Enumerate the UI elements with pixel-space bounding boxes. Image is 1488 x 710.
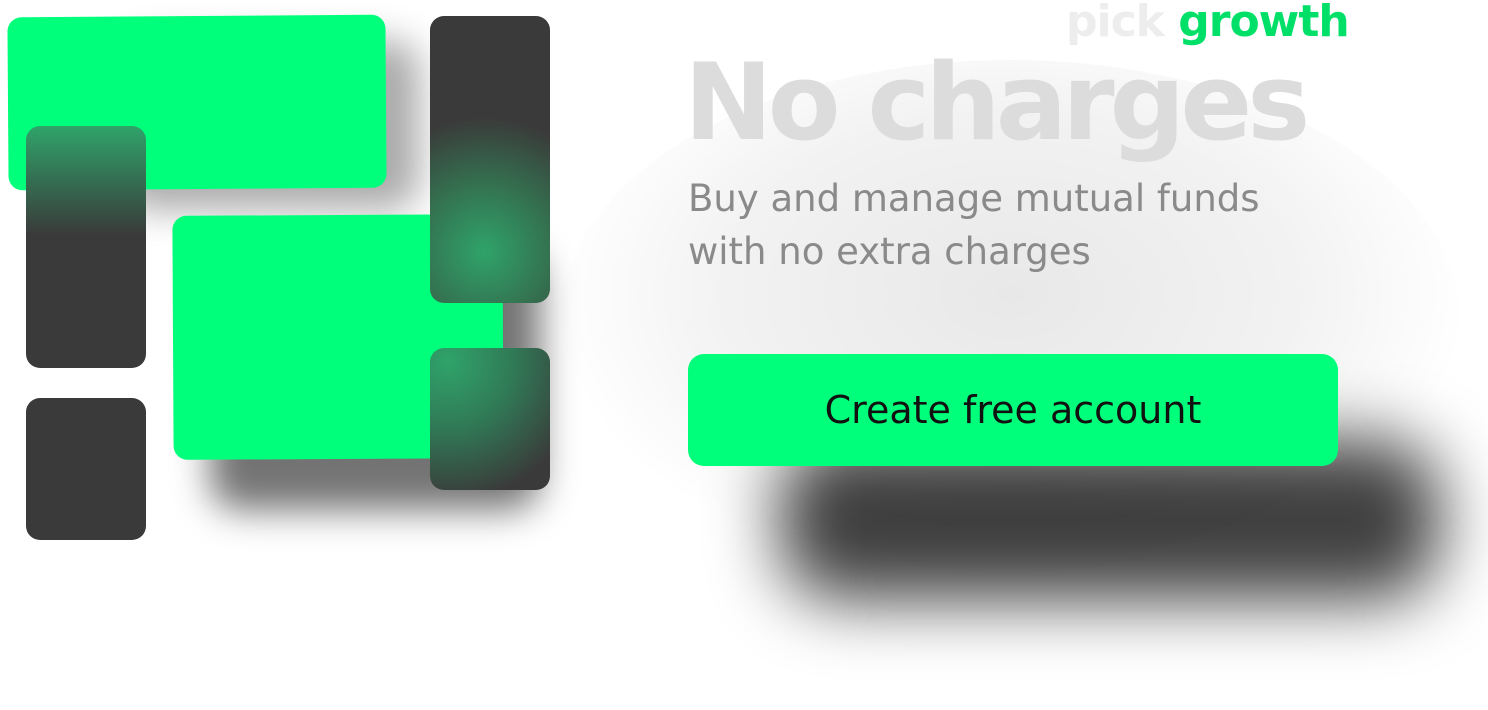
logo-block-left: [26, 126, 146, 368]
subtitle-line: with no extra charges: [688, 230, 1091, 273]
logo-block-tall: [430, 16, 550, 303]
page-title: No charges: [684, 41, 1310, 164]
create-account-button[interactable]: Create free account: [688, 354, 1338, 466]
subtitle: Buy and manage mutual funds with no extr…: [688, 172, 1328, 278]
block-logo-icon: [0, 0, 560, 560]
logo-block-corner: [430, 348, 550, 490]
subtitle-line: Buy and manage mutual funds: [688, 177, 1260, 220]
logo-block-bottom-left: [26, 398, 146, 540]
